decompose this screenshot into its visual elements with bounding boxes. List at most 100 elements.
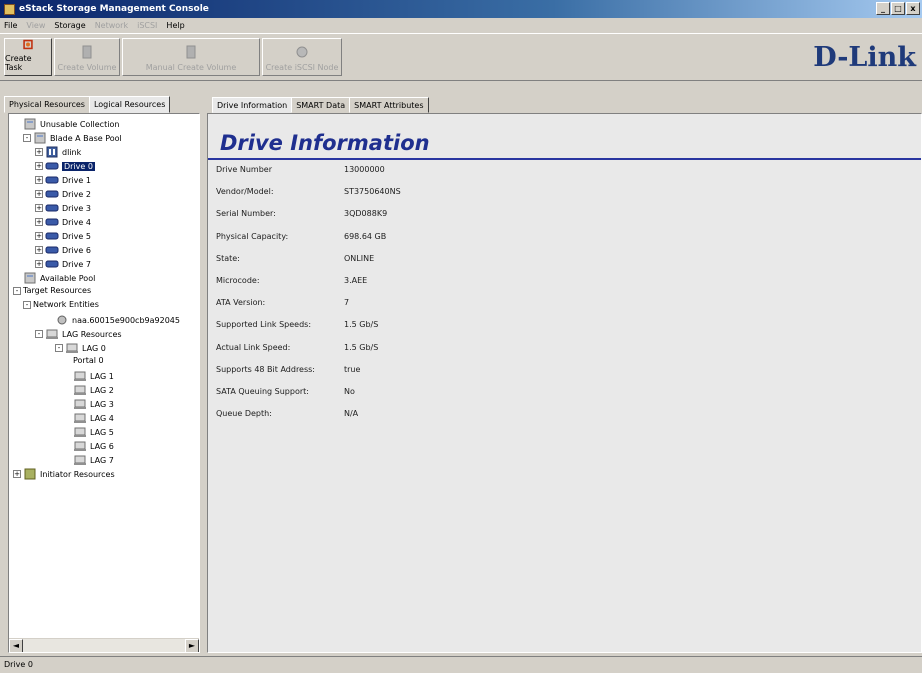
tab-logical-resources[interactable]: Logical Resources xyxy=(88,96,171,113)
expand-icon[interactable]: + xyxy=(35,176,43,184)
tree-item[interactable]: - LAG Resources xyxy=(35,328,122,340)
expand-icon[interactable]: + xyxy=(35,190,43,198)
tree-item[interactable]: + Initiator Resources xyxy=(13,468,115,480)
window-title: eStack Storage Management Console xyxy=(19,4,209,14)
expand-icon[interactable]: + xyxy=(13,470,21,478)
tree-item-label: naa.60015e900cb9a92045 xyxy=(72,315,180,325)
tree-item[interactable]: naa.60015e900cb9a92045 xyxy=(55,314,180,326)
tree-item[interactable]: + Drive 2 xyxy=(35,188,91,200)
tab-drive-information[interactable]: Drive Information xyxy=(212,97,293,113)
info-value: 13000000 xyxy=(344,165,385,174)
manual-create-volume-button[interactable]: Manual Create Volume xyxy=(122,38,260,76)
tree-item-label: Drive 5 xyxy=(62,231,91,241)
initiator-icon xyxy=(24,468,36,480)
tree-item[interactable]: - Target Resources xyxy=(13,286,91,295)
collapse-icon[interactable]: - xyxy=(35,330,43,338)
collapse-icon[interactable]: - xyxy=(13,286,21,295)
tree-item[interactable]: + Drive 6 xyxy=(35,244,91,256)
close-button[interactable]: x xyxy=(906,2,920,15)
tree-item-label: Initiator Resources xyxy=(40,469,115,479)
tree-item[interactable]: LAG 7 xyxy=(73,454,114,466)
network-icon xyxy=(57,315,67,325)
tree-item[interactable]: LAG 6 xyxy=(73,440,114,452)
tree-item[interactable]: + Drive 7 xyxy=(35,258,91,270)
create-volume-button[interactable]: Create Volume xyxy=(54,38,120,76)
tree-item[interactable]: LAG 4 xyxy=(73,412,114,424)
tree-item-label: dlink xyxy=(62,147,82,157)
tree-item[interactable]: - Blade A Base Pool xyxy=(23,132,122,144)
info-label: Drive Number xyxy=(216,165,273,174)
collapse-icon[interactable]: - xyxy=(55,344,63,352)
tree-item[interactable]: + Drive 1 xyxy=(35,174,91,186)
tree-item-label: Network Entities xyxy=(33,300,99,309)
tree-item[interactable]: LAG 1 xyxy=(73,370,114,382)
info-label: Supports 48 Bit Address: xyxy=(216,364,316,374)
tab-physical-resources[interactable]: Physical Resources xyxy=(4,96,90,113)
menu-file[interactable]: File xyxy=(4,21,17,30)
tree-item-label: Drive 6 xyxy=(62,245,91,255)
info-label: Queue Depth: xyxy=(216,409,272,419)
tree-item[interactable]: LAG 2 xyxy=(73,384,114,396)
right-tab-bar: Drive Information SMART Data SMART Attri… xyxy=(212,97,429,113)
lag-icon xyxy=(74,455,86,465)
create-task-button[interactable]: Create Task xyxy=(4,38,52,76)
minimize-button[interactable]: _ xyxy=(876,2,890,15)
expand-icon[interactable]: + xyxy=(35,162,43,170)
maximize-button[interactable]: □ xyxy=(891,2,905,15)
scroll-right-arrow[interactable]: ► xyxy=(185,639,199,652)
task-icon xyxy=(23,39,33,50)
info-value: 7 xyxy=(344,298,350,308)
tree-item[interactable]: + Drive 5 xyxy=(35,230,91,242)
menu-iscsi[interactable]: iSCSI xyxy=(137,21,157,30)
expand-icon[interactable]: + xyxy=(35,148,43,156)
menu-help[interactable]: Help xyxy=(166,21,184,30)
drive-information-panel: Drive Information Drive Number 13000000 Ve… xyxy=(207,113,922,653)
drive-icon xyxy=(45,190,59,198)
tree-item-label: LAG 1 xyxy=(90,371,114,381)
tree-item-label: LAG 6 xyxy=(90,441,114,451)
tab-smart-attributes[interactable]: SMART Attributes xyxy=(349,97,429,113)
menu-storage[interactable]: Storage xyxy=(54,21,85,30)
tree-item[interactable]: LAG 3 xyxy=(73,398,114,410)
tree-item[interactable]: - LAG 0 xyxy=(55,342,106,354)
expand-icon[interactable]: + xyxy=(35,232,43,240)
expand-icon[interactable]: + xyxy=(35,260,43,268)
tree-item-label: Drive 2 xyxy=(62,189,91,199)
drive-icon xyxy=(45,246,59,254)
info-value: 1.5 Gb/S xyxy=(344,320,379,330)
tree-item[interactable]: Available Pool xyxy=(23,272,95,284)
lag-icon xyxy=(74,399,86,409)
create-iscsi-node-button[interactable]: Create iSCSI Node xyxy=(262,38,342,76)
tree-item-label: Portal 0 xyxy=(73,356,104,365)
expand-icon[interactable]: + xyxy=(35,204,43,212)
menu-view[interactable]: View xyxy=(26,21,45,30)
tree-item-label: LAG 5 xyxy=(90,427,114,437)
info-value: N/A xyxy=(344,409,359,419)
tab-smart-data[interactable]: SMART Data xyxy=(291,97,351,113)
expand-icon[interactable]: + xyxy=(35,246,43,254)
scroll-left-arrow[interactable]: ◄ xyxy=(9,639,23,652)
pool-icon xyxy=(24,272,36,284)
tree-item-label: Drive 0 xyxy=(62,161,95,171)
menu-bar: File View Storage Network iSCSI Help xyxy=(0,18,922,33)
tree-item[interactable]: - Network Entities xyxy=(23,300,99,309)
lag-icon xyxy=(74,441,86,451)
info-value: 3QD088K9 xyxy=(344,209,388,219)
tree-item[interactable]: + dlink xyxy=(35,146,81,158)
tree-item[interactable]: + Drive 0 xyxy=(35,160,95,172)
info-label: Microcode: xyxy=(216,276,260,285)
menu-network[interactable]: Network xyxy=(95,21,128,30)
page-title: Drive Information xyxy=(220,131,430,155)
resource-tree: Unusable Collection - Blade A Base Pool + dl… xyxy=(8,113,200,653)
status-bar: Drive 0 xyxy=(0,656,922,673)
expand-icon[interactable]: + xyxy=(35,218,43,226)
collapse-icon[interactable]: - xyxy=(23,134,31,142)
tree-item[interactable]: Portal 0 xyxy=(73,356,104,365)
tree-item[interactable]: LAG 5 xyxy=(73,426,114,438)
tree-item[interactable]: + Drive 4 xyxy=(35,216,91,228)
collapse-icon[interactable]: - xyxy=(23,300,31,309)
tree-item[interactable]: + Drive 3 xyxy=(35,202,91,214)
tree-item-label: Unusable Collection xyxy=(40,119,120,129)
tree-item[interactable]: Unusable Collection xyxy=(23,118,119,130)
horizontal-scrollbar[interactable]: ◄ ► xyxy=(9,638,199,652)
